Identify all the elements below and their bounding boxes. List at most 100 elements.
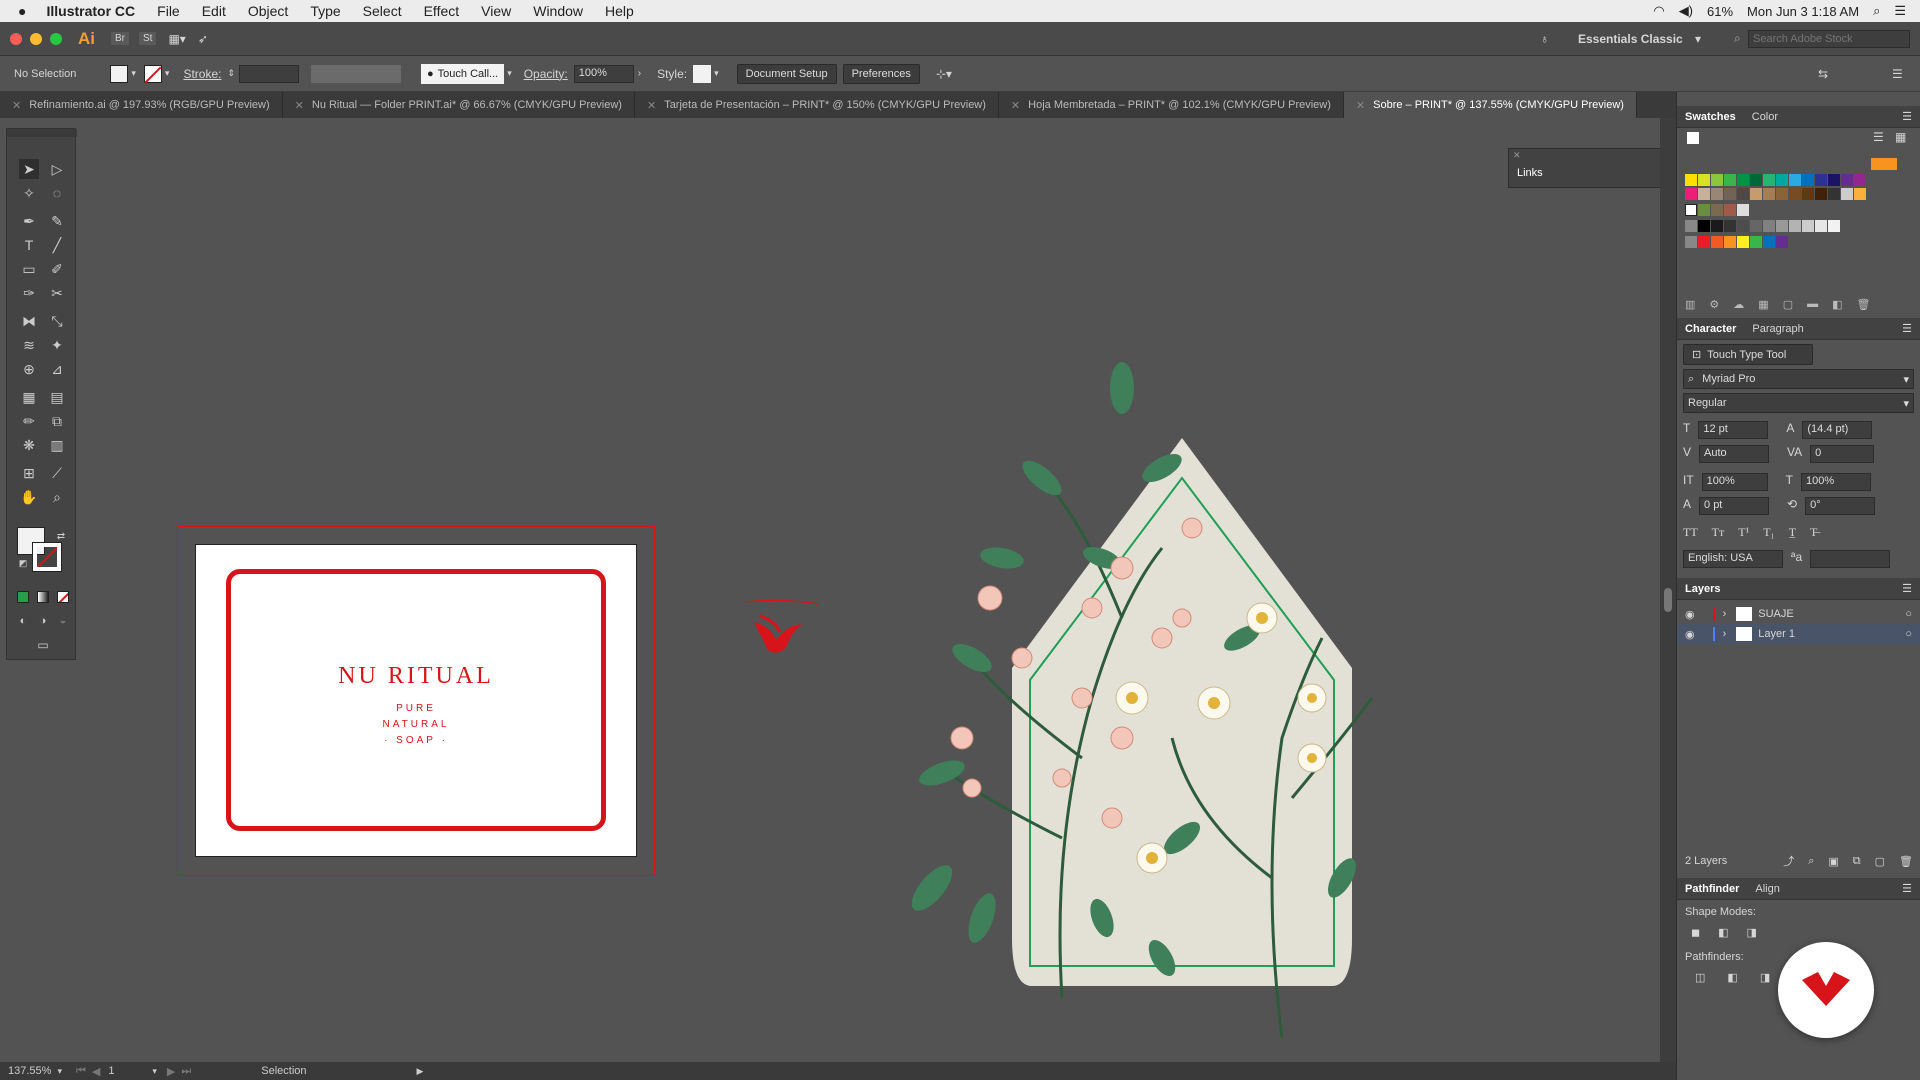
tab-sobre-print[interactable]: ✕ Sobre – PRINT* @ 137.55% (CMYK/GPU Prev… [1343, 92, 1637, 118]
swatch[interactable] [1724, 220, 1736, 232]
stock-icon[interactable]: St [139, 32, 157, 45]
swap-fill-stroke-icon[interactable]: ⇄ [51, 527, 71, 547]
zoom-window-button[interactable] [50, 32, 62, 45]
font-family-field[interactable]: ⌕ Myriad Pro ▾ [1683, 369, 1914, 389]
swatch[interactable] [1737, 188, 1749, 200]
tab-paragraph[interactable]: Paragraph [1744, 323, 1811, 335]
swatch[interactable] [1711, 188, 1723, 200]
swatch[interactable] [1685, 188, 1697, 200]
magic-wand-tool-icon[interactable]: ✧ [19, 183, 39, 203]
wifi-icon[interactable]: ◠ [1653, 3, 1664, 19]
horizontal-scale-field[interactable]: 100% [1801, 473, 1872, 491]
language-dropdown[interactable]: English: USA [1683, 550, 1783, 568]
new-layer-icon[interactable]: ▢ [1875, 855, 1885, 868]
business-card[interactable]: NU RITUAL PURE NATURAL · SOAP · [196, 545, 636, 856]
pen-tool-icon[interactable]: ✒ [19, 211, 39, 231]
visibility-eye-icon[interactable]: ◉ [1685, 608, 1695, 621]
menu-icon[interactable]: ☰ [1894, 882, 1920, 895]
chevron-down-icon[interactable]: ▾ [57, 1066, 62, 1077]
gradient-tool-icon[interactable]: ▤ [47, 387, 67, 407]
menu-object[interactable]: Object [248, 3, 288, 19]
swatch[interactable] [1724, 204, 1736, 216]
character-rotation-field[interactable]: 0° [1805, 497, 1876, 515]
swatch[interactable] [1750, 236, 1762, 248]
menu-type[interactable]: Type [310, 3, 340, 19]
tracking-field[interactable]: 0 [1810, 445, 1875, 463]
notification-icon[interactable]: ☰ [1894, 3, 1906, 19]
swatch[interactable] [1802, 220, 1814, 232]
close-window-button[interactable] [10, 32, 22, 45]
export-icon[interactable]: ⤴ [1783, 853, 1794, 869]
links-panel-title[interactable]: Links [1517, 167, 1543, 179]
current-tool-status[interactable]: Selection [261, 1065, 306, 1077]
draw-behind-icon[interactable]: ◑ [33, 611, 53, 631]
chevron-down-icon[interactable]: ▾ [152, 1066, 157, 1077]
envelope-illustration[interactable] [862, 318, 1482, 1058]
app-menu[interactable]: Illustrator CC [46, 3, 135, 19]
shape-builder-tool-icon[interactable]: ⊕ [19, 359, 39, 379]
close-icon[interactable]: ✕ [12, 99, 21, 112]
swatch-orange[interactable] [1871, 158, 1897, 170]
curvature-tool-icon[interactable]: ✎ [47, 211, 67, 231]
volume-icon[interactable]: ◀) [1679, 3, 1693, 19]
swatch[interactable] [1737, 220, 1749, 232]
trim-icon[interactable]: ◧ [1727, 971, 1737, 984]
swatch[interactable] [1828, 174, 1840, 186]
type-tool-icon[interactable]: T [19, 235, 39, 255]
subscript-button[interactable]: T₁ [1763, 525, 1775, 540]
slice-tool-icon[interactable]: ⟋ [47, 463, 67, 483]
target-circle-icon[interactable]: ○ [1905, 608, 1912, 620]
chevron-down-icon[interactable]: ▾ [1903, 397, 1909, 410]
new-sublayer-icon[interactable]: ⧉ [1853, 855, 1861, 868]
gpu-performance-icon[interactable]: ➶ [198, 32, 208, 46]
scissors-tool-icon[interactable]: ✂ [47, 283, 67, 303]
swatch[interactable] [1711, 204, 1723, 216]
swatch[interactable] [1841, 188, 1853, 200]
adobe-stock-search-input[interactable] [1748, 30, 1910, 48]
swatch[interactable] [1802, 188, 1814, 200]
new-color-group-icon[interactable]: ▢ [1783, 298, 1793, 311]
width-tool-icon[interactable]: ≋ [19, 335, 39, 355]
show-kinds-icon[interactable]: ⚙ [1709, 298, 1719, 311]
swatch[interactable] [1698, 174, 1710, 186]
chevron-down-icon[interactable]: ▾ [131, 68, 136, 79]
preferences-button[interactable]: Preferences [842, 63, 920, 84]
gradient-mode-button[interactable] [37, 591, 49, 603]
vertical-scale-field[interactable]: 100% [1701, 473, 1768, 491]
swatch[interactable] [1854, 174, 1866, 186]
line-tool-icon[interactable]: ╱ [47, 235, 67, 255]
menu-effect[interactable]: Effect [424, 3, 460, 19]
swatch[interactable] [1737, 236, 1749, 248]
menu-window[interactable]: Window [533, 3, 583, 19]
strikethrough-button[interactable]: T̶ [1810, 525, 1817, 540]
lasso-tool-icon[interactable]: ◌ [47, 183, 67, 203]
tab-character[interactable]: Character [1677, 323, 1744, 335]
list-view-icon[interactable]: ☰ [1873, 130, 1884, 144]
new-swatch-icon[interactable]: ◧ [1832, 298, 1842, 311]
shaper-tool-icon[interactable]: ✑ [19, 283, 39, 303]
chevron-down-icon[interactable]: ▾ [1903, 373, 1909, 386]
chevron-down-icon[interactable]: ▾ [714, 68, 719, 79]
color-mode-button[interactable] [17, 591, 29, 603]
stroke-weight-stepper[interactable]: ⇕ [227, 68, 235, 79]
menu-icon[interactable]: ☰ [1894, 322, 1920, 335]
menu-icon[interactable]: ☰ [1894, 582, 1920, 595]
draw-normal-icon[interactable]: ◐ [13, 611, 33, 631]
stroke-weight-field[interactable] [239, 64, 299, 83]
battery-label[interactable]: 61% [1707, 4, 1733, 19]
chevron-down-icon[interactable]: ▾ [165, 68, 170, 79]
previous-artboard-icon[interactable]: ◀ [92, 1065, 100, 1078]
swatch[interactable] [1815, 220, 1827, 232]
intersect-icon[interactable]: ◨ [1747, 926, 1757, 939]
swatch[interactable] [1711, 174, 1723, 186]
zoom-level-field[interactable]: 137.55% [8, 1065, 51, 1077]
swatch[interactable] [1802, 174, 1814, 186]
unite-icon[interactable]: ◼ [1691, 926, 1700, 939]
next-artboard-icon[interactable]: ▶ [167, 1065, 175, 1078]
puppet-warp-tool-icon[interactable]: ✦ [47, 335, 67, 355]
target-circle-icon[interactable]: ○ [1905, 628, 1912, 640]
expand-arrow-icon[interactable]: › [1723, 608, 1727, 620]
stroke-swatch[interactable] [143, 64, 162, 83]
layer-row-layer1[interactable]: ◉ › Layer 1 ○ [1677, 624, 1920, 644]
swatch[interactable] [1763, 236, 1775, 248]
